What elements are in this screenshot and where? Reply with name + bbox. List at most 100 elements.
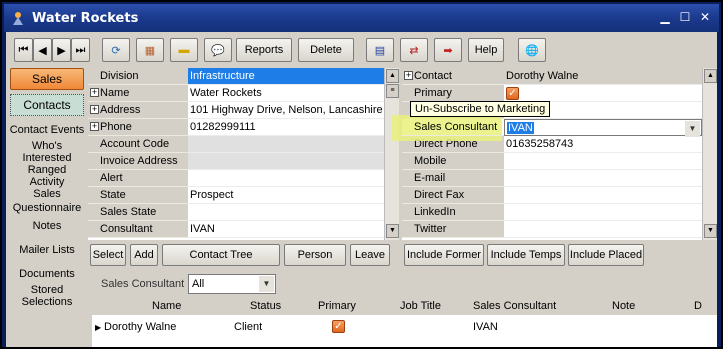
sidebar-item-contacts[interactable]: Contacts bbox=[10, 94, 84, 116]
sync-button[interactable]: ⇄ bbox=[400, 38, 428, 62]
state-value[interactable]: Prospect bbox=[188, 187, 384, 204]
reports-button[interactable]: Reports bbox=[236, 38, 292, 62]
chat-button[interactable]: 💬 bbox=[204, 38, 232, 62]
row-pointer-icon: ▶ bbox=[95, 323, 102, 332]
contact-details-grid: Contact + Dorothy Walne Primary ✓ Sales … bbox=[402, 68, 702, 240]
contact-tree-button[interactable]: Contact Tree bbox=[162, 244, 280, 266]
division-value[interactable]: Infrastructure bbox=[188, 68, 384, 85]
sidebar-item-documents[interactable]: Documents bbox=[8, 268, 86, 280]
expand-icon[interactable]: + bbox=[90, 105, 99, 114]
company-scrollbar[interactable]: ▲ ≡ ▼ bbox=[384, 68, 399, 240]
column-header-job-title[interactable]: Job Title bbox=[400, 300, 441, 312]
delete-button[interactable]: Delete bbox=[298, 38, 354, 62]
help-button[interactable]: Help bbox=[468, 38, 504, 62]
field-label: Address bbox=[88, 102, 188, 119]
contacts-list-header: Name Status Primary Job Title Sales Cons… bbox=[92, 298, 717, 315]
client-area: ⏮ ◀ ▶ ⏭ ⟳ ▦ ▬ 💬 Reports Delete ▤ ⇄ ➡ Hel… bbox=[6, 32, 717, 347]
grid-view-button[interactable]: ▦ bbox=[136, 38, 164, 62]
note-button[interactable]: ▬ bbox=[170, 38, 198, 62]
column-header-note[interactable]: Note bbox=[612, 300, 635, 312]
app-icon bbox=[13, 12, 23, 25]
scroll-down-icon[interactable]: ▼ bbox=[386, 224, 399, 238]
chat-icon: 💬 bbox=[211, 44, 225, 57]
include-temps-button[interactable]: Include Temps bbox=[487, 244, 565, 266]
next-record-button[interactable]: ▶ bbox=[52, 38, 71, 62]
sidebar-item-whos-interested[interactable]: Who's Interested Ranged bbox=[12, 140, 82, 176]
consultant-value[interactable]: IVAN bbox=[188, 221, 384, 238]
export-button[interactable]: ➡ bbox=[434, 38, 462, 62]
sidebar-item-stored-selections[interactable]: Stored Selections bbox=[17, 284, 77, 308]
expand-icon[interactable]: + bbox=[404, 71, 413, 80]
field-row: Sales Consultant IVAN ▼ bbox=[402, 119, 702, 137]
column-header-name[interactable]: Name bbox=[152, 300, 181, 312]
sidebar-item-notes[interactable]: Notes bbox=[8, 220, 86, 232]
prev-record-button[interactable]: ◀ bbox=[33, 38, 52, 62]
sidebar-item-questionnaire[interactable]: Questionnaire bbox=[8, 202, 86, 214]
chevron-down-icon[interactable]: ▼ bbox=[685, 121, 700, 137]
direct-phone-value[interactable]: 01635258743 bbox=[504, 136, 702, 153]
scroll-down-icon[interactable]: ▼ bbox=[704, 224, 717, 238]
column-header-primary[interactable]: Primary bbox=[318, 300, 356, 312]
field-row: Primary ✓ bbox=[402, 85, 702, 102]
checkbox-checked-icon[interactable]: ✓ bbox=[506, 86, 519, 100]
close-icon[interactable]: ✕ bbox=[698, 10, 712, 24]
include-placed-button[interactable]: Include Placed bbox=[568, 244, 644, 266]
export-icon: ➡ bbox=[443, 44, 453, 57]
column-header-status[interactable]: Status bbox=[250, 300, 281, 312]
field-label: Contact bbox=[402, 68, 504, 85]
contact-scrollbar[interactable]: ▲ ▼ bbox=[702, 68, 717, 240]
last-record-button[interactable]: ⏭ bbox=[71, 38, 90, 62]
twitter-value[interactable] bbox=[504, 221, 702, 238]
column-header-sales-consultant[interactable]: Sales Consultant bbox=[473, 300, 556, 312]
phone-value[interactable]: 01282999111 bbox=[188, 119, 384, 136]
sidebar-item-sales[interactable]: Sales bbox=[10, 68, 84, 90]
document-icon: ▤ bbox=[374, 44, 386, 57]
grid-icon: ▦ bbox=[144, 44, 156, 57]
field-row: Account Code bbox=[88, 136, 384, 153]
first-record-button[interactable]: ⏮ bbox=[14, 38, 33, 62]
account-code-value[interactable] bbox=[188, 136, 384, 153]
sidebar: Sales Contacts Contact Events Who's Inte… bbox=[8, 68, 86, 347]
table-row[interactable]: ▶ Dorothy Walne Client ✓ IVAN bbox=[92, 315, 717, 341]
linkedin-value[interactable] bbox=[504, 204, 702, 221]
next-icon: ▶ bbox=[57, 44, 66, 57]
expand-icon[interactable]: + bbox=[90, 122, 99, 131]
checkbox-checked-icon[interactable]: ✓ bbox=[332, 320, 345, 333]
refresh-button[interactable]: ⟳ bbox=[102, 38, 130, 62]
person-button[interactable]: Person bbox=[284, 244, 346, 266]
column-header-d[interactable]: D bbox=[694, 300, 702, 312]
sales-consultant-dropdown[interactable]: IVAN ▼ bbox=[504, 119, 702, 137]
field-label: Name bbox=[88, 85, 188, 102]
globe-button[interactable]: 🌐 bbox=[518, 38, 546, 62]
invoice-address-value[interactable] bbox=[188, 153, 384, 170]
maximize-icon[interactable]: ☐ bbox=[678, 10, 692, 24]
expand-icon[interactable]: + bbox=[90, 88, 99, 97]
add-button[interactable]: Add bbox=[130, 244, 158, 266]
mobile-value[interactable] bbox=[504, 153, 702, 170]
primary-value[interactable]: ✓ bbox=[504, 85, 702, 102]
contact-value[interactable]: Dorothy Walne bbox=[504, 68, 702, 85]
include-former-button[interactable]: Include Former bbox=[404, 244, 484, 266]
address-value[interactable]: 101 Highway Drive, Nelson, Lancashire bbox=[188, 102, 384, 119]
email-value[interactable] bbox=[504, 170, 702, 187]
select-button[interactable]: Select bbox=[90, 244, 126, 266]
contact-actions: Select Add Contact Tree Person Leave Inc… bbox=[6, 244, 717, 266]
alert-value[interactable] bbox=[188, 170, 384, 187]
document-button[interactable]: ▤ bbox=[366, 38, 394, 62]
cell-primary[interactable]: ✓ bbox=[332, 320, 345, 333]
direct-fax-value[interactable] bbox=[504, 187, 702, 204]
minimize-icon[interactable]: ▁ bbox=[658, 10, 672, 24]
scroll-up-icon[interactable]: ▲ bbox=[704, 69, 717, 83]
scroll-up-icon[interactable]: ▲ bbox=[386, 69, 399, 83]
sidebar-item-activity-sales[interactable]: Activity Sales bbox=[17, 176, 77, 200]
leave-button[interactable]: Leave bbox=[350, 244, 390, 266]
scroll-thumb[interactable]: ≡ bbox=[386, 84, 399, 98]
sales-consultant-filter[interactable]: All ▼ bbox=[188, 274, 276, 294]
name-value[interactable]: Water Rockets bbox=[188, 85, 384, 102]
sidebar-item-contact-events[interactable]: Contact Events bbox=[8, 124, 86, 136]
field-row: Alert bbox=[88, 170, 384, 187]
field-label: Phone bbox=[88, 119, 188, 136]
contacts-list: ▶ Dorothy Walne Client ✓ IVAN bbox=[92, 315, 717, 347]
chevron-down-icon[interactable]: ▼ bbox=[259, 276, 274, 292]
sales-state-value[interactable] bbox=[188, 204, 384, 221]
